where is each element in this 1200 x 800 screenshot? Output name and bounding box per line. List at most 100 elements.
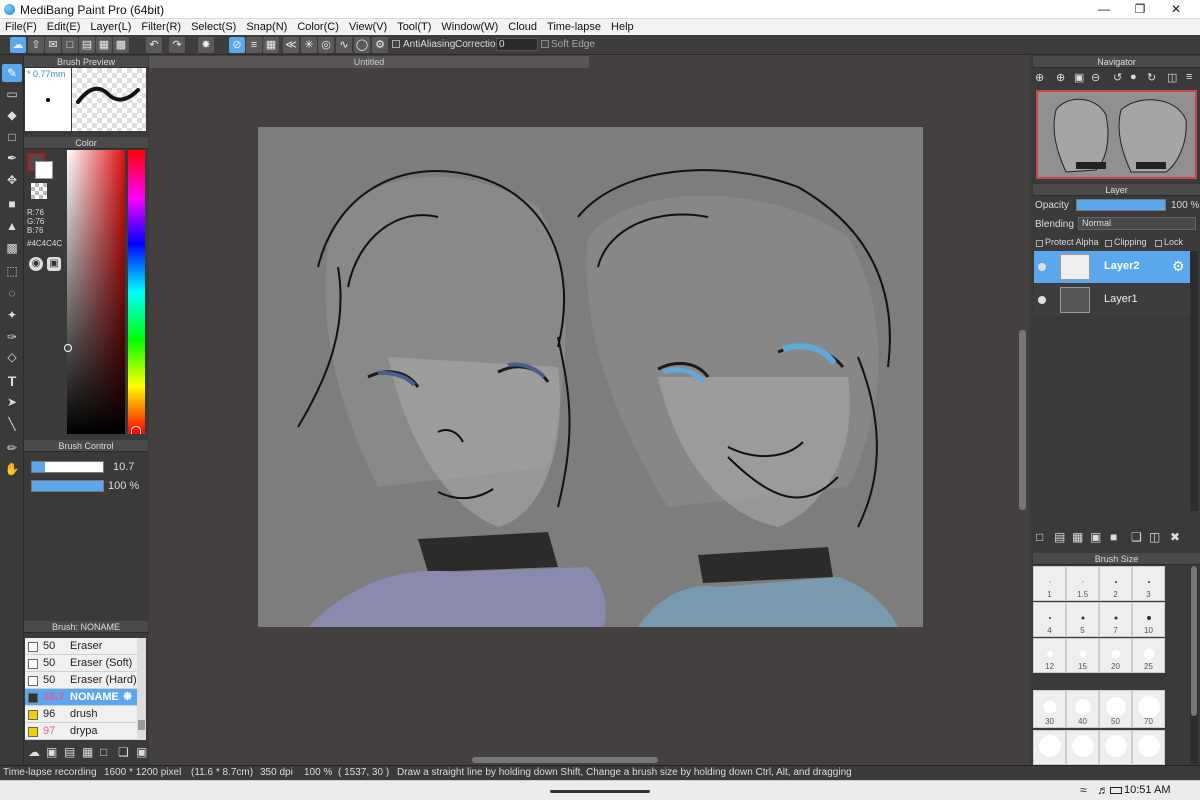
brush-size-cell[interactable]: 40	[1066, 690, 1099, 728]
volume-icon[interactable]: ♬	[1097, 783, 1109, 797]
brush-size-cell[interactable]: 7	[1099, 602, 1132, 637]
snap-grid-icon[interactable]: ▦	[263, 37, 279, 53]
bucket-tool-icon[interactable]: ▲	[2, 217, 22, 235]
brush-size-scrollbar[interactable]	[1190, 566, 1198, 764]
brush-size-cell[interactable]: 30	[1033, 690, 1066, 728]
page-list-icon[interactable]: ▦	[96, 37, 112, 53]
blending-select[interactable]: Normal	[1078, 217, 1196, 230]
new-halftone-layer-icon[interactable]: ▤	[1054, 530, 1065, 544]
brush-doc-icon[interactable]: ▦	[82, 745, 93, 759]
delete-layer-icon[interactable]: ✖	[1170, 530, 1180, 544]
close-icon[interactable]: ✕	[1158, 0, 1194, 19]
brush-item-eraser[interactable]: 50 Eraser	[25, 638, 137, 655]
brush-settings-icon[interactable]: ❋	[123, 689, 132, 706]
dot-eraser-icon[interactable]: ◆	[2, 106, 22, 124]
magic-wand-icon[interactable]: ✦	[2, 306, 22, 324]
layer-row-layer1[interactable]: Layer1	[1034, 284, 1190, 316]
transparent-color-swatch[interactable]	[31, 183, 47, 199]
menu-window[interactable]: Window(W)	[436, 19, 503, 35]
visibility-icon[interactable]	[1038, 296, 1046, 304]
menu-file[interactable]: File(F)	[0, 19, 42, 35]
menu-filter[interactable]: Filter(R)	[136, 19, 186, 35]
brush-size-cell[interactable]: 2	[1099, 566, 1132, 601]
brush-duplicate-icon[interactable]: ❏	[118, 745, 129, 759]
menu-tool[interactable]: Tool(T)	[392, 19, 436, 35]
select-pen-icon[interactable]: ✑	[2, 328, 22, 346]
snap-perspective-icon[interactable]: ≪	[283, 37, 299, 53]
rotate-reset-icon[interactable]: ●	[1130, 71, 1137, 83]
grid-icon[interactable]: ▩	[113, 37, 129, 53]
document-tab[interactable]: Untitled	[149, 56, 589, 68]
zoom-in-icon[interactable]: ⊕	[1035, 71, 1044, 84]
menu-timelapse[interactable]: Time-lapse	[542, 19, 606, 35]
eraser-tool-icon[interactable]: ▭	[2, 85, 22, 103]
canvas-vertical-scrollbar[interactable]	[1019, 330, 1026, 510]
brush-item-drush[interactable]: 96 drush	[25, 706, 137, 723]
minimize-icon[interactable]: —	[1086, 0, 1122, 19]
menu-edit[interactable]: Edit(E)	[42, 19, 86, 35]
merge-down-icon[interactable]: ◫	[1149, 530, 1160, 544]
lock-checkbox[interactable]	[1155, 240, 1162, 247]
cloud-icon[interactable]: ☁	[10, 37, 26, 53]
layer-scrollbar[interactable]	[1190, 251, 1198, 511]
new-folder-icon[interactable]: ■	[1110, 530, 1117, 544]
select-eraser-icon[interactable]: ◇	[2, 348, 22, 366]
comment-icon[interactable]: ✉	[45, 37, 61, 53]
rotate-right-icon[interactable]: ↻	[1147, 71, 1156, 84]
fill-rect-icon[interactable]: ■	[2, 195, 22, 213]
menu-layer[interactable]: Layer(L)	[85, 19, 136, 35]
snap-curve-icon[interactable]: ∿	[336, 37, 352, 53]
snap-parallel-icon[interactable]: ≡	[246, 37, 262, 53]
operation-tool-icon[interactable]: ➤	[2, 393, 22, 411]
duplicate-layer-icon[interactable]: ❏	[1131, 530, 1142, 544]
brush-size-cell[interactable]: 20	[1099, 638, 1132, 673]
menu-cloud[interactable]: Cloud	[503, 19, 542, 35]
battery-icon[interactable]	[1110, 787, 1122, 794]
zoom-out-icon[interactable]: ⊖	[1091, 71, 1100, 84]
menu-snap[interactable]: Snap(N)	[241, 19, 292, 35]
layer-settings-icon[interactable]: ⚙	[1172, 258, 1185, 275]
chat-icon[interactable]: □	[62, 37, 78, 53]
brush-folder-icon[interactable]: □	[100, 745, 107, 759]
brush-list-scrollbar[interactable]	[137, 638, 146, 740]
soft-edge-checkbox[interactable]	[541, 40, 549, 48]
brush-size-cell[interactable]: 4	[1033, 602, 1066, 637]
brush-delete-icon[interactable]: ▣	[136, 745, 147, 759]
rectangle-tool-icon[interactable]: □	[2, 128, 22, 146]
undo-icon[interactable]: ↶	[146, 37, 162, 53]
menu-color[interactable]: Color(C)	[292, 19, 344, 35]
correction-input[interactable]: 0	[496, 38, 538, 51]
transform-icon[interactable]: ✸	[198, 37, 214, 53]
menu-select[interactable]: Select(S)	[186, 19, 241, 35]
gradient-tool-icon[interactable]: ▩	[2, 239, 22, 257]
brush-size-slider[interactable]	[31, 461, 104, 473]
brush-item-eraser-hard[interactable]: 50 Eraser (Hard)	[25, 672, 137, 689]
brush-size-cell[interactable]: 70	[1132, 690, 1165, 728]
hand-tool-icon[interactable]: ✋	[2, 460, 22, 478]
brush-size-cell[interactable]: 1	[1033, 566, 1066, 601]
brush-copy-icon[interactable]: ▣	[46, 745, 57, 759]
snap-radial-icon[interactable]: ✳	[301, 37, 317, 53]
color-history-icon[interactable]: ▣	[47, 257, 61, 271]
clipping-checkbox[interactable]	[1105, 240, 1112, 247]
palette-icon[interactable]: ◉	[29, 257, 43, 271]
navigator-more-icon[interactable]: ≡	[1186, 71, 1192, 83]
brush-size-cell[interactable]	[1099, 730, 1132, 765]
taskbar-handle[interactable]	[550, 790, 650, 793]
saturation-value-picker[interactable]	[64, 150, 125, 434]
restore-icon[interactable]: ❐	[1122, 0, 1158, 19]
brush-opacity-slider[interactable]	[31, 480, 104, 492]
layer-opacity-slider[interactable]	[1076, 199, 1166, 211]
divide-tool-icon[interactable]: ╲	[2, 415, 22, 433]
brush-tool-icon[interactable]: ✎	[2, 64, 22, 82]
move-tool-icon[interactable]: ✥	[2, 171, 22, 189]
brush-size-cell[interactable]: 10	[1132, 602, 1165, 637]
brush-item-noname[interactable]: 10.7 NONAME ❋	[25, 689, 137, 706]
brush-import-icon[interactable]: ▤	[64, 745, 75, 759]
brush-size-cell[interactable]: 5	[1066, 602, 1099, 637]
taskbar-clock[interactable]: 10:51 AM	[1124, 784, 1170, 796]
redo-icon[interactable]: ↷	[169, 37, 185, 53]
brush-size-cell[interactable]	[1033, 730, 1066, 765]
brush-size-cell[interactable]	[1066, 730, 1099, 765]
wifi-icon[interactable]: ≈	[1080, 783, 1087, 797]
